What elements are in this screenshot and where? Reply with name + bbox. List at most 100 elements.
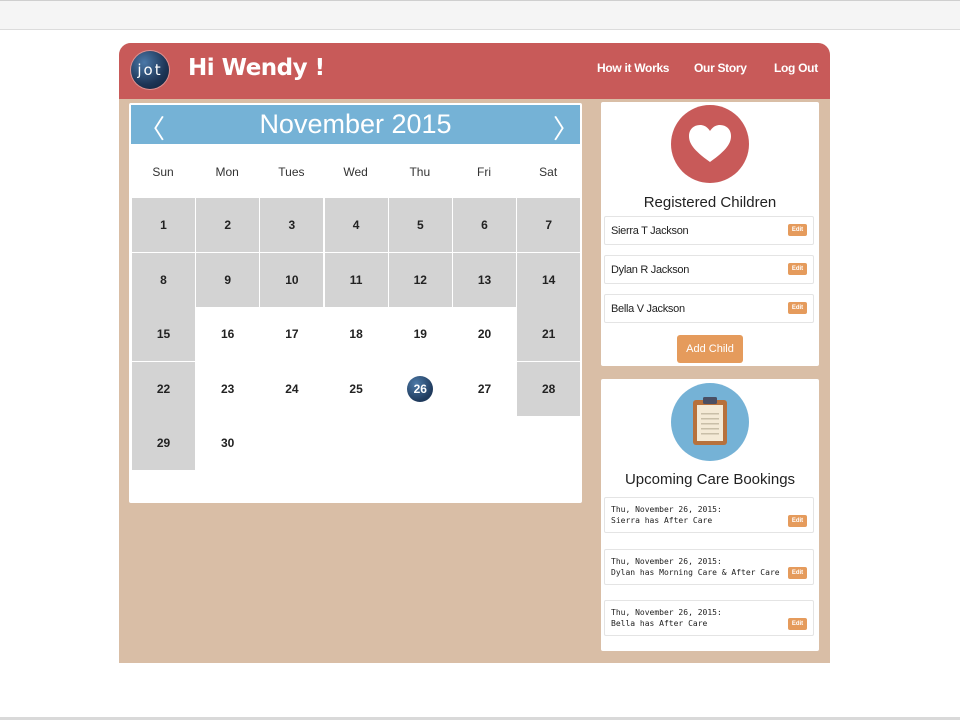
jot-logo[interactable]: jot bbox=[131, 51, 169, 89]
calendar-day-number: 18 bbox=[349, 327, 363, 342]
calendar-day[interactable]: 29 bbox=[132, 416, 195, 471]
calendar-day-number: 22 bbox=[156, 381, 171, 396]
calendar-day-number: 28 bbox=[542, 381, 556, 396]
calendar-day[interactable]: 22 bbox=[132, 361, 195, 416]
booking-row: Thu, November 26, 2015: Dylan has Mornin… bbox=[604, 549, 814, 585]
chevron-right-icon[interactable]: 〉 bbox=[553, 109, 579, 146]
edit-child-button[interactable]: Edit bbox=[788, 302, 807, 314]
calendar-day[interactable]: 9 bbox=[196, 252, 260, 307]
nav-log-out[interactable]: Log Out bbox=[774, 61, 818, 75]
calendar-day[interactable]: 14 bbox=[517, 252, 581, 307]
booking-date: Thu, November 26, 2015: bbox=[611, 608, 722, 617]
calendar-month-title: November 2015 bbox=[259, 109, 452, 139]
calendar-day[interactable]: 25 bbox=[325, 362, 388, 416]
calendar-day[interactable]: 18 bbox=[325, 307, 388, 361]
edit-booking-button[interactable]: Edit bbox=[788, 618, 807, 630]
booking-row: Thu, November 26, 2015: Bella has After … bbox=[604, 600, 814, 636]
calendar-day-number: 17 bbox=[285, 327, 299, 342]
registered-children-panel: Registered Children Sierra T Jackson Edi… bbox=[601, 102, 819, 366]
calendar-day[interactable]: 20 bbox=[453, 307, 516, 361]
calendar-day[interactable]: 12 bbox=[388, 252, 452, 307]
calendar-day-number: 11 bbox=[349, 272, 363, 287]
edit-child-button[interactable]: Edit bbox=[788, 224, 807, 236]
calendar-day[interactable]: 2 bbox=[196, 198, 260, 252]
booking-date: Thu, November 26, 2015: bbox=[611, 505, 722, 514]
calendar-day[interactable]: 15 bbox=[132, 307, 195, 362]
calendar-day[interactable]: 27 bbox=[453, 362, 516, 416]
greeting-title: Hi Wendy ! bbox=[188, 55, 325, 81]
calendar-day-number: 21 bbox=[542, 327, 556, 342]
calendar-day[interactable]: 10 bbox=[260, 252, 324, 307]
weekday-label: Mon bbox=[215, 165, 239, 179]
calendar-day-number: 27 bbox=[477, 381, 492, 396]
child-name: Bella V Jackson bbox=[611, 303, 685, 315]
calendar-day[interactable]: 17 bbox=[260, 307, 323, 361]
calendar-day[interactable]: 5 bbox=[388, 198, 452, 252]
calendar-day-number: 29 bbox=[156, 436, 171, 451]
calendar-day-number: 16 bbox=[221, 327, 235, 342]
calendar-day-number: 19 bbox=[413, 327, 427, 342]
calendar-day[interactable]: 3 bbox=[260, 198, 324, 252]
browser-toolbar bbox=[0, 0, 960, 30]
booking-date: Thu, November 26, 2015: bbox=[611, 557, 722, 566]
care-bookings-title: Upcoming Care Bookings bbox=[624, 471, 796, 488]
calendar-day[interactable]: 1 bbox=[132, 198, 195, 252]
child-name: Dylan R Jackson bbox=[611, 264, 690, 276]
booking-row: Thu, November 26, 2015: Sierra has After… bbox=[604, 497, 814, 533]
nav-how-it-works[interactable]: How it Works bbox=[597, 61, 669, 75]
calendar-day-number: 3 bbox=[288, 218, 296, 232]
booking-detail: Sierra has After Care bbox=[611, 516, 713, 525]
weekday-label: Tues bbox=[278, 165, 305, 179]
calendar-day-number: 13 bbox=[477, 272, 492, 287]
calendar-day[interactable]: 23 bbox=[196, 362, 259, 416]
booking-detail: Bella has After Care bbox=[611, 619, 708, 628]
calendar-day-number: 25 bbox=[349, 381, 363, 396]
add-child-button[interactable]: Add Child bbox=[677, 335, 743, 363]
calendar-day[interactable]: 30 bbox=[196, 416, 259, 470]
top-header: jot Hi Wendy ! How it Works Our Story Lo… bbox=[119, 43, 830, 99]
calendar-day-number: 6 bbox=[481, 218, 488, 232]
calendar-day[interactable]: 16 bbox=[196, 307, 259, 361]
nav-our-story[interactable]: Our Story bbox=[694, 61, 747, 75]
calendar-day[interactable]: 4 bbox=[324, 198, 388, 252]
calendar-day-number: 23 bbox=[221, 381, 235, 396]
calendar-day-number: 26 bbox=[407, 375, 434, 402]
calendar-day[interactable]: 19 bbox=[389, 307, 452, 361]
calendar-day[interactable]: 21 bbox=[517, 307, 581, 362]
child-row: Sierra T Jackson Edit bbox=[604, 216, 814, 245]
edit-booking-button[interactable]: Edit bbox=[788, 515, 807, 527]
child-row: Bella V Jackson Edit bbox=[604, 294, 814, 323]
child-row: Dylan R Jackson Edit bbox=[604, 255, 814, 284]
calendar-day-number: 12 bbox=[413, 272, 427, 287]
calendar-day[interactable]: 11 bbox=[324, 252, 388, 307]
registered-children-title: Registered Children bbox=[643, 194, 777, 211]
weekday-label: Wed bbox=[343, 165, 368, 179]
calendar-day[interactable]: 28 bbox=[517, 361, 581, 416]
calendar-day-number: 1 bbox=[160, 218, 167, 232]
edit-booking-button[interactable]: Edit bbox=[788, 567, 807, 579]
calendar-day-number: 15 bbox=[156, 327, 171, 342]
calendar-day[interactable]: 13 bbox=[453, 252, 516, 307]
calendar-day[interactable]: 7 bbox=[517, 198, 581, 252]
booking-detail: Dylan has Morning Care & After Care bbox=[611, 568, 780, 577]
child-name: Sierra T Jackson bbox=[611, 225, 689, 237]
booking-text: Thu, November 26, 2015: Bella has After … bbox=[611, 607, 722, 629]
calendar-day-number: 4 bbox=[352, 218, 360, 232]
calendar-day-number: 9 bbox=[224, 272, 232, 287]
calendar-day[interactable]: 8 bbox=[132, 252, 195, 307]
calendar-day[interactable]: 6 bbox=[453, 198, 516, 252]
calendar-day-number: 7 bbox=[545, 218, 553, 232]
weekday-label: Thu bbox=[409, 165, 431, 179]
calendar-day-selected[interactable]: 26 bbox=[389, 362, 452, 416]
weekday-label: Sun bbox=[152, 165, 174, 179]
calendar-day-number: 8 bbox=[160, 272, 167, 287]
calendar-day[interactable]: 24 bbox=[260, 362, 323, 416]
weekday-label: Fri bbox=[477, 165, 491, 179]
booking-text: Thu, November 26, 2015: Sierra has After… bbox=[611, 504, 722, 526]
calendar-day-number: 14 bbox=[542, 272, 556, 287]
calendar-day-number: 24 bbox=[285, 381, 299, 396]
heart-icon bbox=[671, 105, 749, 183]
calendar-day-number: 10 bbox=[285, 272, 299, 287]
weekday-label: Sat bbox=[539, 165, 558, 179]
edit-child-button[interactable]: Edit bbox=[788, 263, 807, 275]
